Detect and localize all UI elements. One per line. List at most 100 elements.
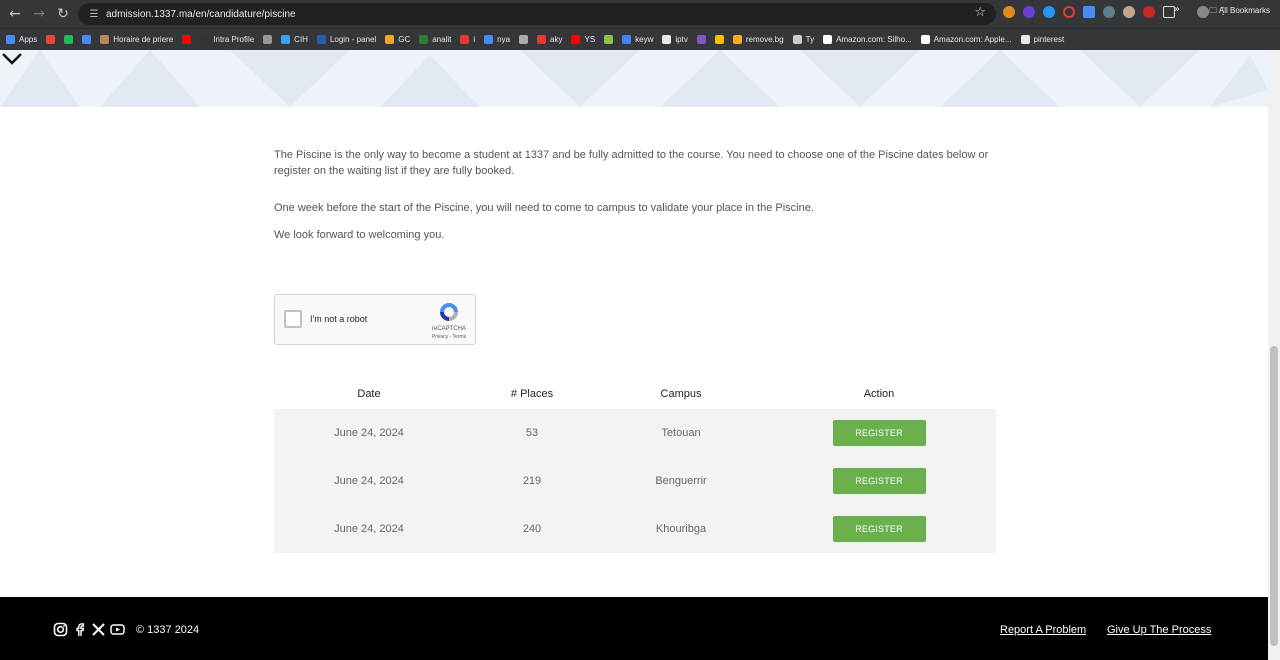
bookmark-favicon-icon xyxy=(662,35,672,44)
piscine-table: Date # Places Campus Action June 24, 202… xyxy=(274,378,996,553)
bookmark-item[interactable]: remove.bg xyxy=(732,35,784,44)
extension-icon[interactable] xyxy=(1063,6,1075,18)
table-row: June 24, 2024 219 Benguerrir REGISTER xyxy=(274,457,996,505)
bookmark-favicon-icon xyxy=(484,35,494,44)
back-icon[interactable]: ← xyxy=(3,2,27,26)
extension-icon[interactable] xyxy=(1043,6,1055,18)
social-links xyxy=(53,622,125,637)
register-button[interactable]: REGISTER xyxy=(832,468,926,494)
bookmark-item[interactable]: iptv xyxy=(662,35,688,44)
scrollbar-thumb[interactable] xyxy=(1270,346,1278,646)
bookmark-label: YS xyxy=(584,35,596,44)
extension-icon[interactable] xyxy=(1143,6,1155,18)
bookmark-favicon-icon xyxy=(263,35,273,44)
bookmark-item[interactable]: analit xyxy=(419,35,451,44)
bookmark-item[interactable] xyxy=(714,35,724,44)
header-campus: Campus xyxy=(660,387,702,400)
site-footer: © 1337 2024 Report A Problem Give Up The… xyxy=(0,597,1268,660)
bookmark-item[interactable]: Amazon.com: Apple... xyxy=(920,35,1012,44)
bookmarks-overflow-icon[interactable]: » xyxy=(1174,4,1180,15)
facebook-icon[interactable] xyxy=(72,622,87,637)
bookmark-favicon-icon xyxy=(519,35,529,44)
bookmark-item[interactable] xyxy=(46,35,56,44)
intro-paragraph: We look forward to welcoming you. xyxy=(274,229,445,241)
header-action: Action xyxy=(863,387,895,400)
header-places: # Places xyxy=(510,387,554,400)
bookmark-item[interactable]: Intra Profile xyxy=(200,35,254,44)
give-up-link[interactable]: Give Up The Process xyxy=(1107,624,1211,636)
bookmark-item[interactable]: keyw xyxy=(622,35,653,44)
bookmarks-bar: Apps Horaire de priere Intra Profile CIH Log… xyxy=(0,28,1280,50)
extension-icon[interactable] xyxy=(1023,6,1035,18)
cell-places: 240 xyxy=(522,523,542,535)
captcha-label: I'm not a robot xyxy=(310,314,368,324)
site-info-icon[interactable]: ☰ xyxy=(84,9,104,20)
bookmark-item[interactable] xyxy=(82,35,92,44)
extension-icon[interactable] xyxy=(1103,6,1115,18)
bookmark-item[interactable]: Amazon.com: Silho... xyxy=(823,35,912,44)
bookmark-item[interactable]: GC xyxy=(385,35,410,44)
instagram-icon[interactable] xyxy=(53,622,68,637)
intro-paragraph: One week before the start of the Piscine… xyxy=(274,202,814,214)
url-text[interactable]: admission.1337.ma/en/candidature/piscine xyxy=(106,9,296,20)
bookmark-item[interactable] xyxy=(519,35,529,44)
bookmark-item[interactable] xyxy=(696,35,706,44)
bookmark-item[interactable] xyxy=(604,35,614,44)
bookmark-label: remove.bg xyxy=(745,35,784,44)
register-button[interactable]: REGISTER xyxy=(832,516,926,542)
bookmark-star-icon[interactable]: ☆ xyxy=(974,5,986,20)
bookmark-favicon-icon xyxy=(281,35,291,44)
page-scrollbar[interactable] xyxy=(1268,50,1280,660)
bookmark-favicon-icon xyxy=(46,35,56,44)
bookmark-label: Login - panel xyxy=(329,35,377,44)
bookmark-item[interactable]: Apps xyxy=(6,35,37,44)
extension-icon[interactable] xyxy=(1003,6,1015,18)
x-icon[interactable] xyxy=(91,622,106,637)
bookmark-label: iptv xyxy=(675,35,688,44)
address-bar[interactable]: ☰ admission.1337.ma/en/candidature/pisci… xyxy=(78,3,996,25)
captcha-checkbox[interactable] xyxy=(284,310,302,328)
recaptcha-widget: I'm not a robot reCAPTCHA Privacy - Term… xyxy=(274,294,476,345)
cell-campus: Benguerrir xyxy=(655,475,707,487)
extension-icon[interactable] xyxy=(1123,6,1135,18)
header-date: Date xyxy=(357,387,381,400)
bookmark-label: CIH xyxy=(294,35,308,44)
bookmark-label: Intra Profile xyxy=(213,35,255,44)
chevron-down-icon[interactable] xyxy=(0,50,24,68)
reload-icon[interactable]: ↻ xyxy=(51,2,75,26)
bookmark-label: i xyxy=(473,35,476,44)
bookmark-item[interactable]: i xyxy=(460,35,475,44)
bookmark-item[interactable]: pinterest xyxy=(1020,35,1065,44)
bookmark-favicon-icon xyxy=(82,35,92,44)
forward-icon[interactable]: → xyxy=(27,2,51,26)
profile-avatar-icon[interactable] xyxy=(1197,6,1209,18)
bookmark-item[interactable]: YS xyxy=(571,35,595,44)
bookmark-favicon-icon xyxy=(792,35,802,44)
register-button[interactable]: REGISTER xyxy=(832,420,926,446)
bookmark-item[interactable]: nya xyxy=(484,35,510,44)
bookmark-favicon-icon xyxy=(200,35,210,44)
table-row: June 24, 2024 240 Khouribga REGISTER xyxy=(274,505,996,553)
extension-icon[interactable] xyxy=(1083,6,1095,18)
hero-pattern xyxy=(0,50,1268,107)
bookmark-item[interactable] xyxy=(64,35,74,44)
bookmark-label: pinterest xyxy=(1033,35,1065,44)
cell-action: REGISTER xyxy=(762,468,996,494)
bookmark-item[interactable] xyxy=(182,35,192,44)
cell-action: REGISTER xyxy=(762,516,996,542)
report-problem-link[interactable]: Report A Problem xyxy=(1000,624,1086,636)
bookmark-item[interactable]: Login - panel xyxy=(316,35,377,44)
captcha-terms-link[interactable]: Privacy - Terms xyxy=(425,334,473,340)
bookmark-favicon-icon xyxy=(64,35,74,44)
bookmark-item[interactable]: Horaire de priere xyxy=(100,35,173,44)
bookmark-item[interactable] xyxy=(263,35,273,44)
bookmark-item[interactable]: Ty xyxy=(792,35,814,44)
bookmark-favicon-icon xyxy=(920,35,930,44)
youtube-icon[interactable] xyxy=(110,622,125,637)
bookmark-favicon-icon xyxy=(571,35,581,44)
bookmark-item[interactable]: CIH xyxy=(281,35,308,44)
table-header: Date # Places Campus Action xyxy=(274,378,996,409)
all-bookmarks-folder[interactable]: 🗀 All Bookmarks xyxy=(1209,5,1270,19)
cell-campus: Tetouan xyxy=(661,427,701,439)
bookmark-item[interactable]: aky xyxy=(537,35,562,44)
